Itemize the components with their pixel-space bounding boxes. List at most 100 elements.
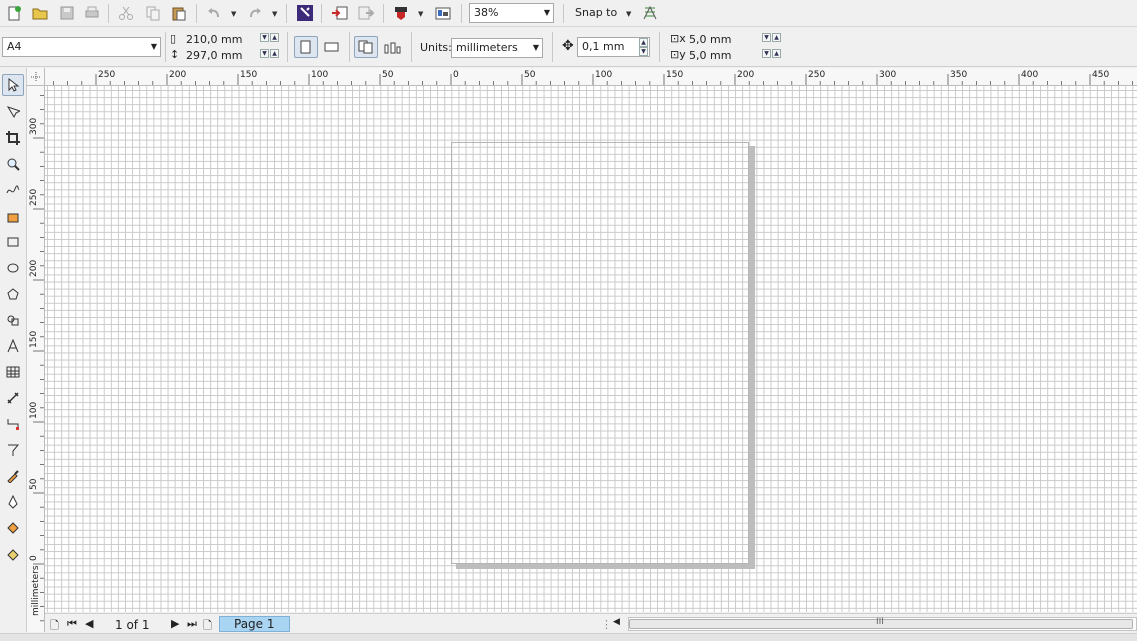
page-width-field[interactable]: 210,0 mm xyxy=(186,33,242,46)
width-spin-down[interactable]: ▼ xyxy=(260,33,269,42)
horizontal-ruler[interactable]: 250 200 150 100 50 0 50 100 150 200 250 300 350 400 45… xyxy=(45,68,1137,86)
print-icon[interactable] xyxy=(81,2,103,24)
page-width-icon: ▯ xyxy=(170,32,177,45)
dimension-tool-icon[interactable] xyxy=(2,387,24,409)
freehand-tool-icon[interactable] xyxy=(2,179,24,201)
nudge-distance-field[interactable]: 0,1 mm ▲ ▼ xyxy=(577,37,650,57)
fill-tool-icon[interactable] xyxy=(2,517,24,539)
ruler-label: 250 xyxy=(98,70,115,80)
eyedropper-tool-icon[interactable] xyxy=(2,465,24,487)
page-shadow xyxy=(749,146,755,568)
previous-page-icon[interactable]: ◀ xyxy=(85,617,93,630)
dupy-spin-up[interactable]: ▲ xyxy=(772,49,781,58)
duplicate-x-field[interactable]: 5,0 mm xyxy=(689,33,731,46)
width-spin-up[interactable]: ▲ xyxy=(270,33,279,42)
dupx-spin-down[interactable]: ▼ xyxy=(762,33,771,42)
units-value: millimeters xyxy=(456,41,518,54)
nudge-spin-down[interactable]: ▼ xyxy=(639,47,648,56)
property-bar: A4 ▼ ▯ 210,0 mm ▼ ▲ ↕ 297,0 mm ▼ ▲ Units… xyxy=(0,28,1137,67)
dupy-spin-down[interactable]: ▼ xyxy=(762,49,771,58)
height-spin-up[interactable]: ▲ xyxy=(270,49,279,58)
blend-tool-icon[interactable] xyxy=(2,439,24,461)
copy-icon[interactable] xyxy=(142,2,164,24)
text-tool-icon[interactable] xyxy=(2,335,24,357)
page-size-value: A4 xyxy=(7,40,22,53)
shape-tool-icon[interactable] xyxy=(2,101,24,123)
redo-list-arrow[interactable]: ▼ xyxy=(272,10,277,18)
pick-tool-icon[interactable] xyxy=(2,74,24,96)
scroll-left-icon[interactable]: ◀ xyxy=(613,617,620,627)
polygon-tool-icon[interactable] xyxy=(2,283,24,305)
landscape-button[interactable] xyxy=(320,36,344,58)
vertical-ruler[interactable]: 300 250 200 150 100 50 0 millimeters xyxy=(27,86,45,632)
scrollbar-thumb[interactable]: III xyxy=(629,617,1133,629)
document-navigator: 🗋 ⏮ ◀ 1 of 1 ▶ ⏭ 🗋 Page 1 ⋮ ◀ III xyxy=(45,613,1137,633)
snap-to-button[interactable]: Snap to xyxy=(575,6,617,19)
drawing-canvas[interactable] xyxy=(45,86,1137,612)
chevron-down-icon: ▼ xyxy=(532,43,539,52)
table-tool-icon[interactable] xyxy=(2,361,24,383)
undo-list-arrow[interactable]: ▼ xyxy=(231,10,236,18)
undo-icon[interactable] xyxy=(203,2,225,24)
last-page-icon[interactable]: ⏭ xyxy=(187,617,197,631)
duplicate-x-icon: ⊡x xyxy=(670,32,686,45)
duplicate-y-field[interactable]: 5,0 mm xyxy=(689,49,731,62)
nudge-icon: ✥ xyxy=(562,38,574,54)
new-icon[interactable] xyxy=(3,2,25,24)
portrait-button[interactable] xyxy=(294,36,318,58)
page-height-icon: ↕ xyxy=(170,48,180,61)
chevron-down-icon: ▼ xyxy=(543,8,550,17)
page-height-field[interactable]: 297,0 mm xyxy=(186,49,242,62)
cut-icon[interactable] xyxy=(115,2,137,24)
page-count: 1 of 1 xyxy=(115,618,150,632)
zoom-tool-icon[interactable] xyxy=(2,153,24,175)
connector-tool-icon[interactable] xyxy=(2,413,24,435)
basic-shapes-icon[interactable] xyxy=(2,309,24,331)
current-page-button[interactable] xyxy=(381,36,405,58)
dupx-spin-up[interactable]: ▲ xyxy=(772,33,781,42)
ruler-unit-label: millimeters xyxy=(31,565,41,616)
ruler-label: 200 xyxy=(169,70,186,80)
save-icon[interactable] xyxy=(56,2,78,24)
crop-tool-icon[interactable] xyxy=(2,127,24,149)
ruler-label: 250 xyxy=(29,189,39,206)
rectangle-tool-icon[interactable] xyxy=(2,231,24,253)
all-pages-button[interactable] xyxy=(354,36,378,58)
app-launcher-icon[interactable] xyxy=(432,2,454,24)
units-dropdown[interactable]: millimeters ▼ xyxy=(451,38,543,58)
ruler-label: 100 xyxy=(29,402,39,419)
ruler-label: 50 xyxy=(29,478,39,490)
ruler-label: 400 xyxy=(1021,70,1038,80)
duplicate-y-icon: ⊡y xyxy=(670,48,686,61)
publish-list-arrow[interactable]: ▼ xyxy=(418,10,423,18)
nudge-distance-value: 0,1 mm xyxy=(582,40,625,53)
paste-icon[interactable] xyxy=(168,2,190,24)
snap-to-arrow[interactable]: ▼ xyxy=(626,10,631,18)
first-page-icon[interactable]: ⏮ xyxy=(67,617,77,631)
outline-pen-icon[interactable] xyxy=(2,491,24,513)
search-content-icon[interactable] xyxy=(294,2,316,24)
interactive-fill-icon[interactable] xyxy=(2,543,24,565)
drawing-page[interactable] xyxy=(451,142,749,564)
page-tab[interactable]: Page 1 xyxy=(219,616,290,632)
zoom-level-dropdown[interactable]: 38% ▼ xyxy=(469,3,554,23)
next-page-icon[interactable]: ▶ xyxy=(171,617,179,630)
chevron-down-icon: ▼ xyxy=(150,42,157,51)
ruler-label: 300 xyxy=(879,70,896,80)
export-icon[interactable] xyxy=(355,2,377,24)
snap-options-icon[interactable] xyxy=(639,2,661,24)
import-icon[interactable] xyxy=(329,2,351,24)
ellipse-tool-icon[interactable] xyxy=(2,257,24,279)
ruler-origin-icon[interactable] xyxy=(27,68,45,86)
redo-icon[interactable] xyxy=(244,2,266,24)
open-icon[interactable] xyxy=(29,2,51,24)
nudge-spin-up[interactable]: ▲ xyxy=(639,38,648,47)
units-label: Units: xyxy=(420,41,452,54)
tab-splitter[interactable]: ⋮ xyxy=(601,618,612,631)
smart-fill-icon[interactable] xyxy=(2,205,24,227)
ruler-label: 150 xyxy=(29,331,39,348)
page-size-dropdown[interactable]: A4 ▼ xyxy=(2,37,161,57)
height-spin-down[interactable]: ▼ xyxy=(260,49,269,58)
horizontal-scrollbar[interactable]: III xyxy=(628,617,1137,631)
publish-pdf-icon[interactable] xyxy=(390,2,412,24)
